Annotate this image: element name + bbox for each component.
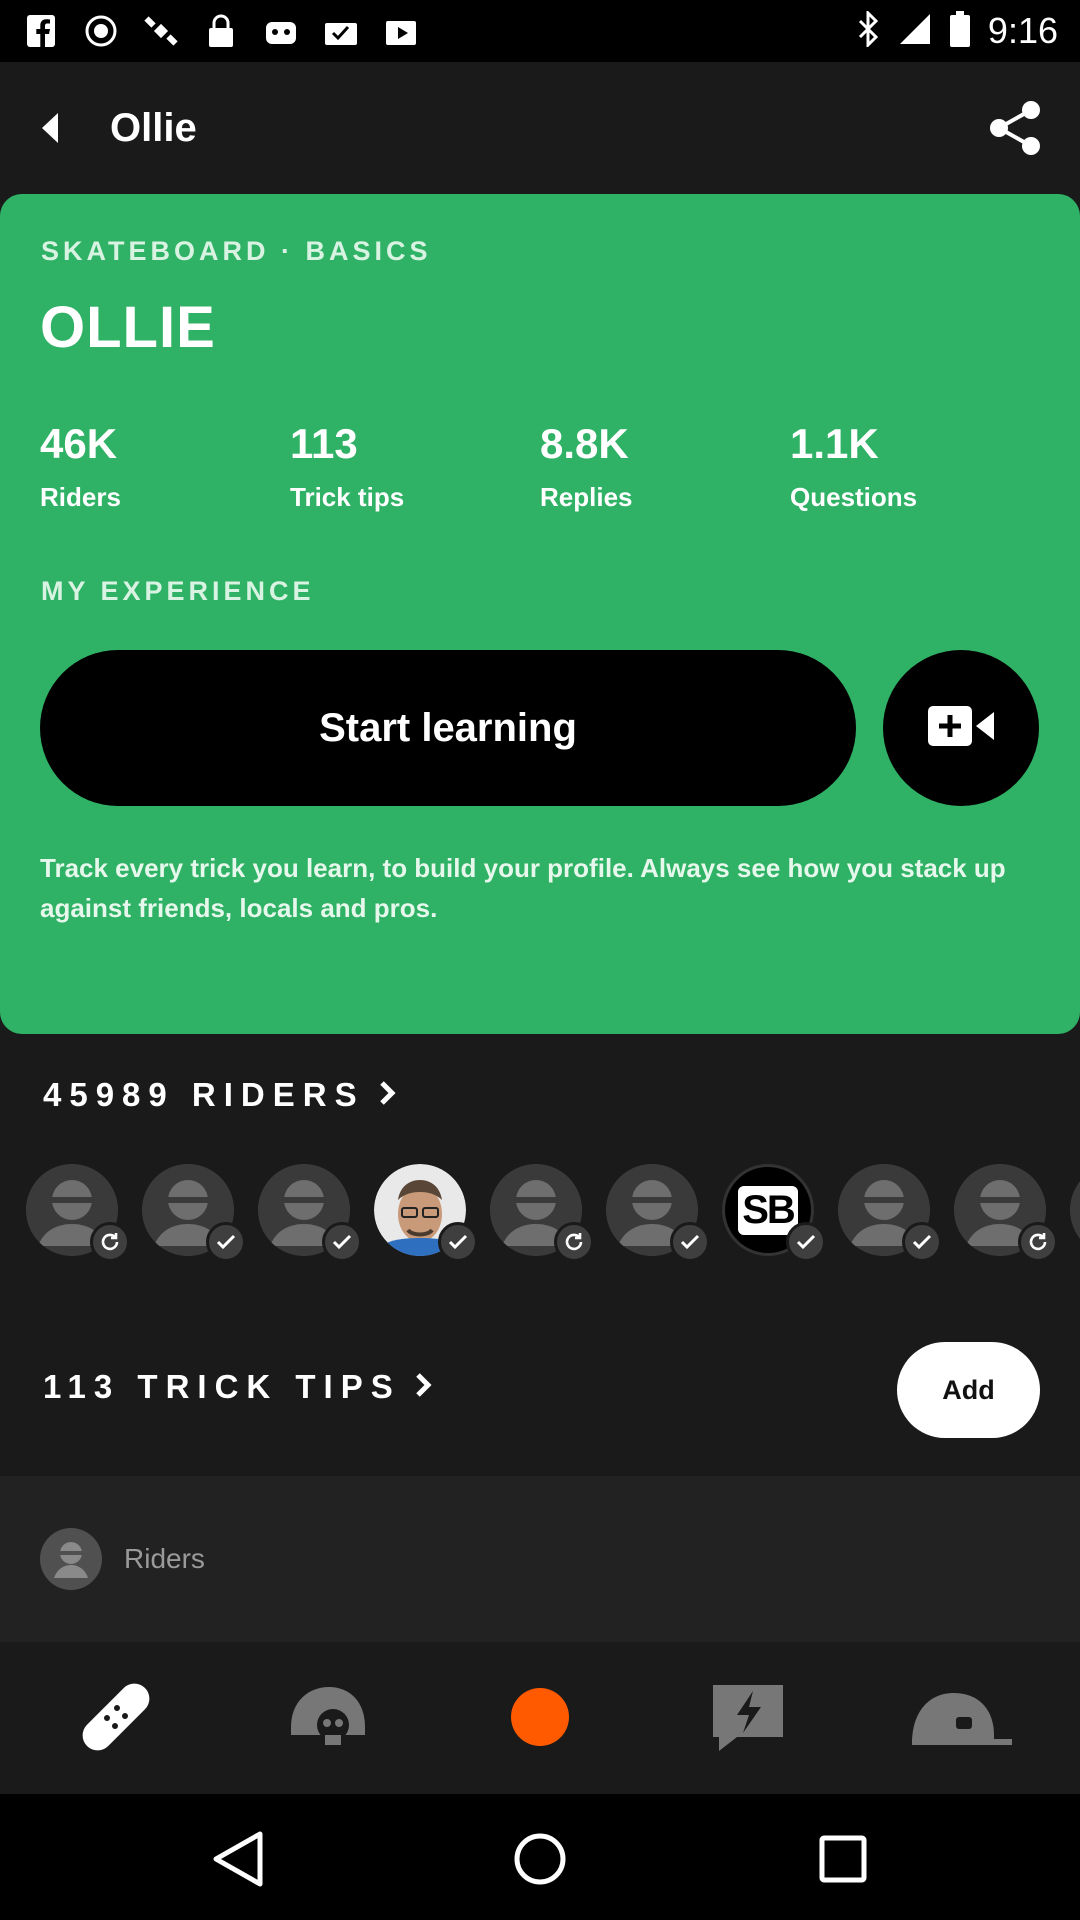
tab-crew[interactable]	[278, 1678, 378, 1760]
add-video-button[interactable]	[883, 650, 1039, 806]
rider-placeholder-icon	[40, 1528, 102, 1590]
stat-label: Trick tips	[290, 482, 405, 512]
cap-icon	[910, 1687, 1014, 1752]
record-dot-icon	[510, 1687, 570, 1752]
app-header: Ollie	[0, 62, 1080, 194]
notification-icons	[22, 14, 420, 48]
chevron-right-icon	[415, 1368, 433, 1406]
trick-title: OLLIE	[40, 295, 216, 360]
skateboard-deck-icon	[79, 1680, 153, 1759]
page-title: Ollie	[110, 105, 197, 150]
trick-description: Track every trick you learn, to build yo…	[40, 853, 1006, 923]
stat-replies[interactable]: 8.8K Replies	[540, 420, 790, 513]
tab-activity[interactable]	[698, 1678, 798, 1760]
riders-heading-text: 45989 RIDERS	[43, 1076, 365, 1113]
lightning-chat-icon	[709, 1681, 787, 1758]
system-status: 9:16	[858, 8, 1058, 52]
rider-avatar[interactable]	[606, 1164, 710, 1262]
riders-row-label: Riders	[124, 1543, 205, 1574]
start-learning-button[interactable]: Start learning	[40, 650, 856, 806]
landed-check-icon	[438, 1222, 478, 1262]
robot-icon	[262, 14, 300, 48]
trick-tips-heading-text: 113 TRICK TIPS	[43, 1368, 401, 1405]
clock: 9:16	[987, 10, 1058, 51]
nav-back-icon[interactable]	[202, 1824, 272, 1894]
rider-avatars: SB	[26, 1164, 1080, 1264]
stat-trick-tips[interactable]: 113 Trick tips	[290, 420, 540, 513]
helmet-skull-icon	[285, 1681, 371, 1758]
trick-tips-heading[interactable]: 113 TRICK TIPS	[43, 1368, 433, 1406]
fake-gps-icon	[82, 14, 120, 48]
learning-refresh-icon	[554, 1222, 594, 1262]
learning-refresh-icon	[1018, 1222, 1058, 1262]
rider-placeholder-icon	[1070, 1164, 1080, 1256]
facebook-icon	[22, 14, 60, 48]
play-store-icon	[382, 14, 420, 48]
landed-check-icon	[322, 1222, 362, 1262]
trick-hero-card: SKATEBOARD · BASICS OLLIE 46K Riders 113…	[0, 194, 1080, 1034]
stat-label: Questions	[790, 482, 918, 512]
rider-avatar[interactable]	[26, 1164, 130, 1262]
rider-avatar[interactable]	[490, 1164, 594, 1262]
satellite-icon	[142, 14, 180, 48]
stat-value: 46K	[40, 420, 118, 467]
signal-icon	[898, 12, 932, 51]
lock-icon	[202, 14, 240, 48]
chevron-right-icon	[379, 1076, 397, 1114]
riders-heading[interactable]: 45989 RIDERS	[43, 1076, 397, 1114]
riders-filter-row[interactable]: Riders	[0, 1476, 1080, 1642]
rider-avatar[interactable]: SB	[722, 1164, 826, 1262]
share-icon[interactable]	[980, 93, 1050, 163]
learning-refresh-icon	[90, 1222, 130, 1262]
nav-recents-icon[interactable]	[808, 1824, 878, 1894]
trick-stats: 46K Riders 113 Trick tips 8.8K Replies 1…	[40, 420, 1040, 513]
rider-avatar[interactable]	[142, 1164, 246, 1262]
rider-avatar[interactable]	[258, 1164, 362, 1262]
stat-riders[interactable]: 46K Riders	[40, 420, 290, 513]
tab-profile[interactable]	[912, 1678, 1012, 1760]
back-arrow-icon[interactable]	[30, 98, 70, 158]
status-bar: 9:16	[0, 0, 1080, 62]
stat-value: 113	[290, 420, 358, 467]
landed-check-icon	[786, 1222, 826, 1262]
stat-label: Riders	[40, 482, 121, 512]
stat-value: 8.8K	[540, 420, 629, 467]
stat-label: Replies	[540, 482, 633, 512]
rider-avatar[interactable]	[954, 1164, 1058, 1262]
checklist-icon	[322, 14, 360, 48]
landed-check-icon	[670, 1222, 710, 1262]
add-video-icon	[928, 705, 994, 751]
my-experience-label: MY EXPERIENCE	[41, 576, 315, 606]
rider-avatar[interactable]	[1070, 1164, 1080, 1256]
bluetooth-icon	[858, 8, 880, 52]
nav-home-icon[interactable]	[505, 1824, 575, 1894]
landed-check-icon	[902, 1222, 942, 1262]
system-nav-bar	[0, 1794, 1080, 1920]
tab-skateboard[interactable]	[66, 1678, 166, 1760]
stat-questions[interactable]: 1.1K Questions	[790, 420, 1040, 513]
battery-icon	[949, 10, 970, 52]
landed-check-icon	[206, 1222, 246, 1262]
bottom-tab-bar	[0, 1642, 1080, 1794]
stat-value: 1.1K	[790, 420, 879, 467]
tab-record[interactable]	[490, 1678, 590, 1760]
add-tip-button[interactable]: Add	[897, 1342, 1040, 1438]
rider-avatar[interactable]	[838, 1164, 942, 1262]
rider-avatar[interactable]	[374, 1164, 478, 1262]
trick-category: SKATEBOARD · BASICS	[41, 236, 432, 266]
